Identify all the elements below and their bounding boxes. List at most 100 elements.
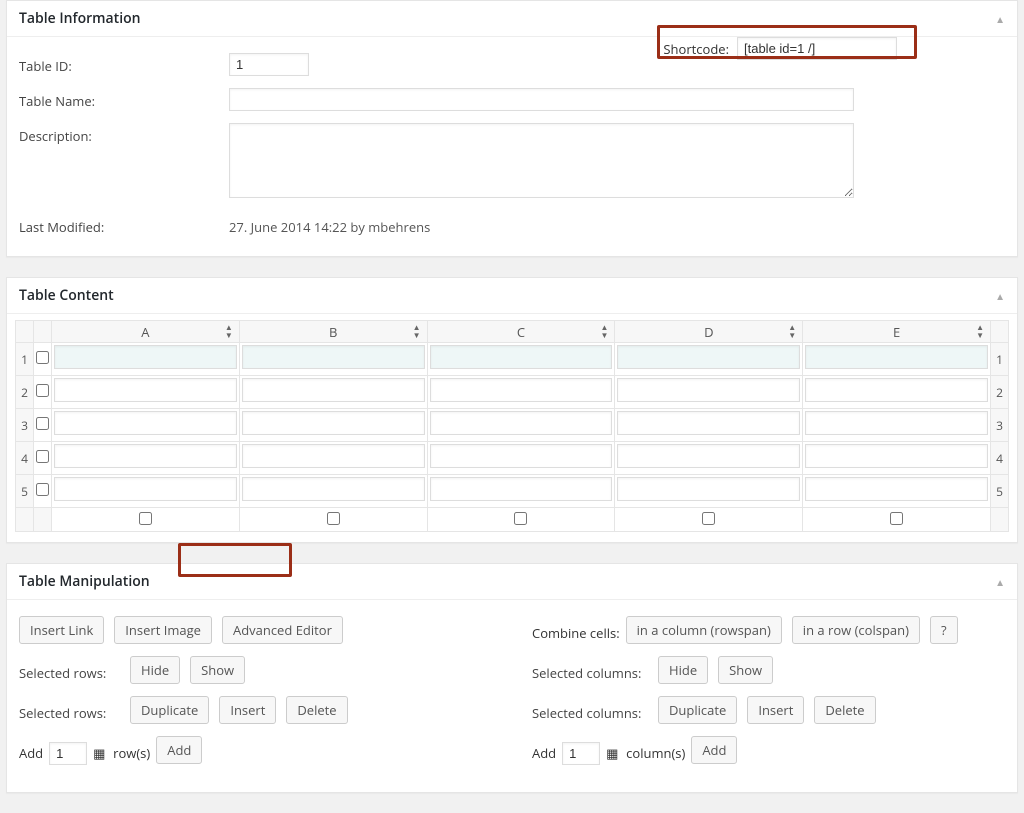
add-cols-button[interactable]: Add [691, 736, 737, 764]
row-number[interactable]: 5 [991, 475, 1009, 508]
cell-input[interactable] [54, 345, 237, 369]
insert-cols-button[interactable]: Insert [747, 696, 804, 724]
col-checkbox[interactable] [327, 512, 340, 525]
cell-input[interactable] [54, 444, 237, 468]
table-id-input[interactable] [229, 53, 309, 76]
table-row: 22 [16, 376, 1009, 409]
cell-input[interactable] [617, 345, 800, 369]
sort-icon[interactable]: ▲▼ [413, 324, 421, 340]
delete-cols-button[interactable]: Delete [814, 696, 875, 724]
row-checkbox[interactable] [36, 483, 49, 496]
delete-rows-button[interactable]: Delete [286, 696, 347, 724]
sort-icon[interactable]: ▲▼ [976, 324, 984, 340]
row-number[interactable]: 3 [991, 409, 1009, 442]
cell-input[interactable] [242, 477, 425, 501]
col-checkbox[interactable] [514, 512, 527, 525]
row-checkbox[interactable] [36, 384, 49, 397]
advanced-editor-button[interactable]: Advanced Editor [222, 616, 343, 644]
row-number[interactable]: 2 [16, 376, 34, 409]
collapse-icon[interactable]: ▲ [995, 289, 1005, 303]
table-row: 44 [16, 442, 1009, 475]
panel-title: Table Manipulation [19, 572, 150, 591]
row-checkbox[interactable] [36, 351, 49, 364]
insert-link-button[interactable]: Insert Link [19, 616, 104, 644]
cell-input[interactable] [54, 378, 237, 402]
grid-wrap: A▲▼ B▲▼ C▲▼ D▲▼ E▲▼ 1122334455 [7, 314, 1017, 542]
corner-cell [34, 321, 52, 343]
cell-input[interactable] [617, 411, 800, 435]
col-head-A[interactable]: A▲▼ [52, 321, 240, 343]
cell-input[interactable] [242, 411, 425, 435]
col-head-E[interactable]: E▲▼ [803, 321, 991, 343]
collapse-icon[interactable]: ▲ [995, 575, 1005, 589]
cell-input[interactable] [617, 378, 800, 402]
add-rows-button[interactable]: Add [156, 736, 202, 764]
selected-rows-label: Selected rows: [19, 664, 124, 682]
sort-icon[interactable]: ▲▼ [225, 324, 233, 340]
sort-icon[interactable]: ▲▼ [600, 324, 608, 340]
col-head-B[interactable]: B▲▼ [239, 321, 427, 343]
cell-input[interactable] [617, 477, 800, 501]
annotation-highlight-advanced-editor [178, 543, 292, 577]
annotation-highlight-shortcode [657, 25, 917, 59]
cell-input[interactable] [242, 444, 425, 468]
duplicate-rows-button[interactable]: Duplicate [130, 696, 209, 724]
panel-header: Table Content ▲ [7, 278, 1017, 314]
cell-input[interactable] [430, 345, 613, 369]
row-number[interactable]: 3 [16, 409, 34, 442]
col-head-C[interactable]: C▲▼ [427, 321, 615, 343]
colspan-button[interactable]: in a row (colspan) [792, 616, 920, 644]
cell-input[interactable] [430, 411, 613, 435]
col-checkbox[interactable] [890, 512, 903, 525]
selected-columns-label: Selected columns: [532, 704, 652, 722]
cell-input[interactable] [805, 345, 988, 369]
table-content-panel: Table Content ▲ A▲▼ B▲▼ C▲▼ D▲▼ E▲▼ 1122… [6, 277, 1018, 543]
cell-input[interactable] [242, 378, 425, 402]
panel-body: Table ID: Table Name: Description: Last … [7, 37, 1017, 256]
cell-input[interactable] [805, 411, 988, 435]
combine-help-button[interactable]: ? [930, 616, 958, 644]
cell-input[interactable] [242, 345, 425, 369]
cell-input[interactable] [805, 477, 988, 501]
collapse-icon[interactable]: ▲ [995, 12, 1005, 26]
duplicate-cols-button[interactable]: Duplicate [658, 696, 737, 724]
table-name-input[interactable] [229, 88, 854, 111]
manipulation-right: Combine cells: in a column (rowspan) in … [532, 610, 1005, 776]
col-head-D[interactable]: D▲▼ [615, 321, 803, 343]
cell-input[interactable] [617, 444, 800, 468]
rowspan-button[interactable]: in a column (rowspan) [626, 616, 782, 644]
col-checkbox[interactable] [139, 512, 152, 525]
cell-input[interactable] [430, 378, 613, 402]
cell-input[interactable] [430, 477, 613, 501]
row-number[interactable]: 4 [16, 442, 34, 475]
cell-input[interactable] [54, 477, 237, 501]
row-checkbox[interactable] [36, 450, 49, 463]
stepper-icon[interactable]: ▦ [606, 744, 620, 762]
row-number[interactable]: 5 [16, 475, 34, 508]
row-number[interactable]: 1 [16, 343, 34, 376]
cell-input[interactable] [430, 444, 613, 468]
row-checkbox[interactable] [36, 417, 49, 430]
row-number[interactable]: 1 [991, 343, 1009, 376]
add-rows-count[interactable] [49, 742, 87, 765]
add-label: Add [532, 744, 556, 762]
row-number[interactable]: 4 [991, 442, 1009, 475]
col-checkbox[interactable] [702, 512, 715, 525]
cell-input[interactable] [805, 378, 988, 402]
cell-input[interactable] [805, 444, 988, 468]
corner-cell [991, 321, 1009, 343]
sort-icon[interactable]: ▲▼ [788, 324, 796, 340]
insert-image-button[interactable]: Insert Image [114, 616, 212, 644]
cell-input[interactable] [54, 411, 237, 435]
insert-rows-button[interactable]: Insert [219, 696, 276, 724]
row-number[interactable]: 2 [991, 376, 1009, 409]
description-textarea[interactable] [229, 123, 854, 198]
table-id-label: Table ID: [19, 53, 229, 75]
stepper-icon[interactable]: ▦ [93, 744, 107, 762]
manipulation-left: Insert Link Insert Image Advanced Editor… [19, 610, 492, 776]
table-row: 55 [16, 475, 1009, 508]
table-manipulation-panel: Table Manipulation ▲ Insert Link Insert … [6, 563, 1018, 793]
add-label: Add [19, 744, 43, 762]
add-cols-count[interactable] [562, 742, 600, 765]
combine-cells-label: Combine cells: [532, 624, 620, 642]
